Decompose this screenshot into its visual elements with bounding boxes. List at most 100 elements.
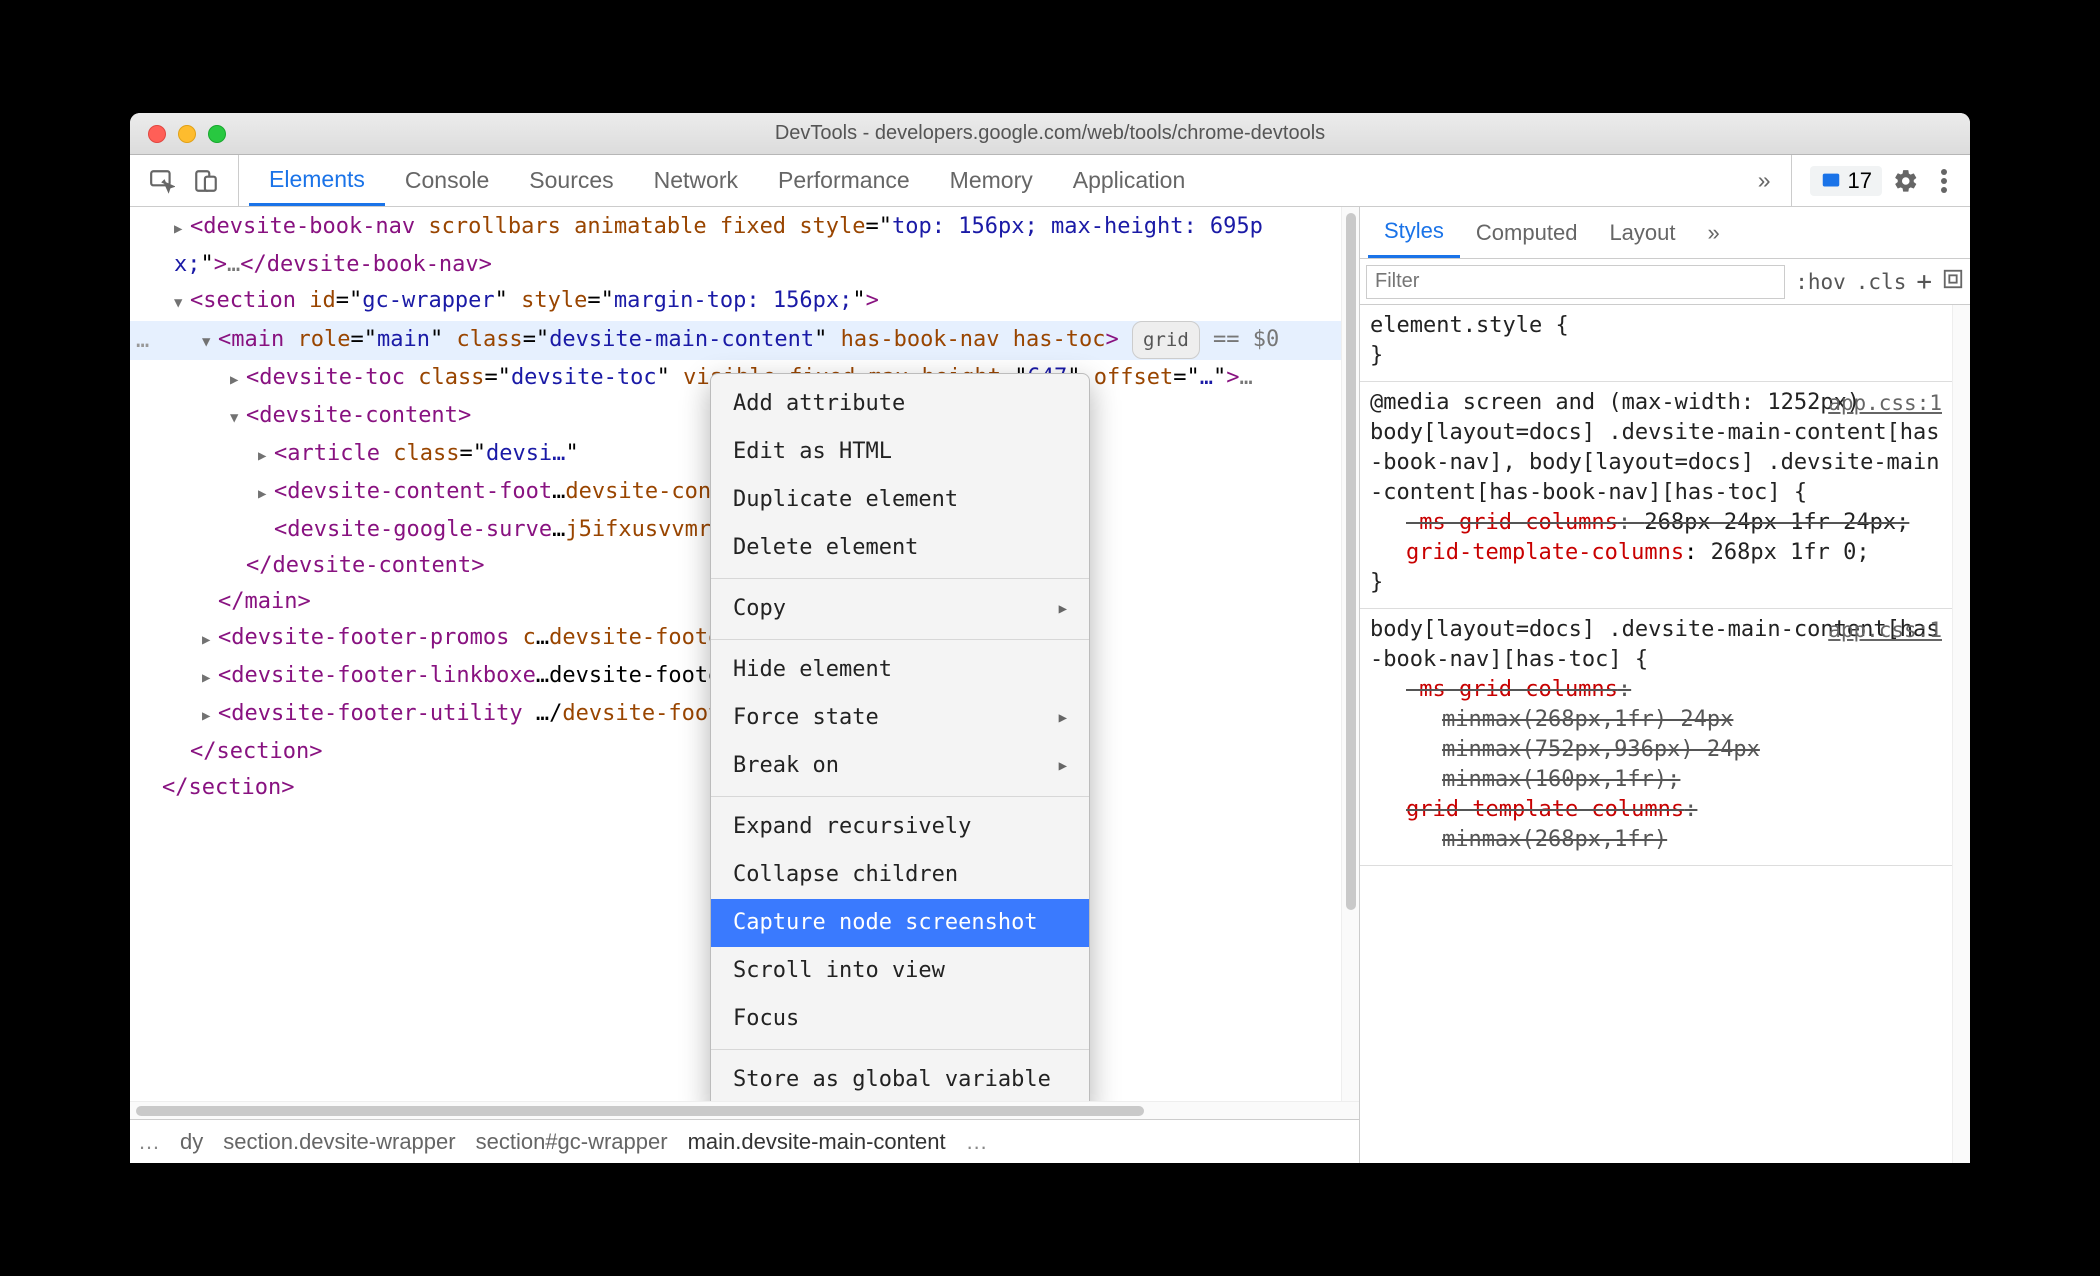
dom-node[interactable]: <section id="gc-wrapper" style="margin-t…	[130, 283, 1341, 321]
context-menu-item[interactable]: Break on	[711, 742, 1089, 790]
context-menu-item[interactable]: Expand recursively	[711, 803, 1089, 851]
declaration-continuation[interactable]: minmax(160px,1fr);	[1370, 765, 1942, 795]
declaration-continuation[interactable]: minmax(268px,1fr) 24px	[1370, 705, 1942, 735]
issues-badge[interactable]: 17	[1810, 166, 1882, 196]
context-menu-item[interactable]: Collapse children	[711, 851, 1089, 899]
issues-count: 17	[1848, 168, 1872, 194]
disclosure-right-icon[interactable]	[258, 474, 274, 512]
context-menu-item[interactable]: Capture node screenshot	[711, 899, 1089, 947]
gutter-ellipsis-icon: …	[136, 323, 149, 359]
tabs-overflow-icon[interactable]: »	[1738, 167, 1791, 194]
breadcrumb-segment[interactable]: main.devsite-main-content	[688, 1129, 946, 1155]
rule-source-link[interactable]: app.css:1	[1828, 615, 1942, 645]
disclosure-right-icon[interactable]	[202, 620, 218, 658]
styles-filter-input[interactable]	[1366, 265, 1785, 299]
declaration[interactable]: grid-template-columns:	[1370, 795, 1942, 825]
disclosure-right-icon[interactable]	[258, 436, 274, 474]
disclosure-right-icon[interactable]	[202, 658, 218, 696]
context-menu-separator	[711, 796, 1089, 797]
computed-toggle-icon[interactable]	[1942, 268, 1964, 295]
subtab-styles[interactable]: Styles	[1368, 207, 1460, 258]
styles-sidebar: StylesComputedLayout» :hov .cls + elemen…	[1360, 207, 1970, 1163]
style-rule[interactable]: element.style {}	[1360, 305, 1952, 382]
subtabs-overflow-icon[interactable]: »	[1692, 207, 1736, 258]
toolbar-right: 17	[1791, 155, 1970, 206]
dom-vertical-scrollbar[interactable]	[1341, 207, 1359, 1101]
context-menu-item[interactable]: Scroll into view	[711, 947, 1089, 995]
new-style-rule-button[interactable]: +	[1916, 267, 1932, 297]
context-menu-item[interactable]: Add attribute	[711, 380, 1089, 428]
dom-tree[interactable]: … <devsite-book-nav scrollbars animatabl…	[130, 207, 1341, 1101]
context-menu-item[interactable]: Duplicate element	[711, 476, 1089, 524]
styles-filter-controls: :hov .cls +	[1795, 267, 1964, 297]
disclosure-down-icon[interactable]	[230, 398, 246, 436]
tab-elements[interactable]: Elements	[249, 155, 385, 206]
disclosure-down-icon[interactable]	[202, 322, 218, 360]
style-rule[interactable]: app.css:1body[layout=docs] .devsite-main…	[1360, 609, 1952, 866]
selected-node-ref: == $0	[1213, 327, 1279, 352]
context-menu-item[interactable]: Delete element	[711, 524, 1089, 572]
context-menu-separator	[711, 639, 1089, 640]
grid-badge[interactable]: grid	[1132, 321, 1200, 359]
tab-performance[interactable]: Performance	[758, 155, 930, 206]
declaration[interactable]: -ms-grid-columns: 268px 24px 1fr 24px;	[1370, 508, 1942, 538]
styles-rules[interactable]: element.style {}app.css:1@media screen a…	[1360, 305, 1952, 1163]
settings-icon[interactable]	[1892, 167, 1920, 195]
context-menu-item[interactable]: Hide element	[711, 646, 1089, 694]
dom-horizontal-scrollbar[interactable]	[130, 1101, 1359, 1119]
declaration-continuation[interactable]: minmax(752px,936px) 24px	[1370, 735, 1942, 765]
tab-console[interactable]: Console	[385, 155, 509, 206]
breadcrumb-segment[interactable]: dy	[180, 1129, 203, 1155]
disclosure-none-icon	[230, 548, 246, 584]
disclosure-right-icon[interactable]	[174, 209, 190, 247]
panel-body: … <devsite-book-nav scrollbars animatabl…	[130, 207, 1970, 1163]
context-menu-item[interactable]: Copy	[711, 585, 1089, 633]
subtab-computed[interactable]: Computed	[1460, 207, 1594, 258]
disclosure-right-icon[interactable]	[230, 360, 246, 398]
disclosure-right-icon[interactable]	[202, 696, 218, 734]
context-menu-item[interactable]: Focus	[711, 995, 1089, 1043]
window-title: DevTools - developers.google.com/web/too…	[130, 122, 1970, 145]
hov-toggle[interactable]: :hov	[1795, 270, 1846, 294]
styles-vertical-scrollbar[interactable]	[1952, 305, 1970, 1163]
breadcrumb-overflow-right-icon[interactable]: …	[966, 1129, 988, 1155]
scrollbar-thumb[interactable]	[136, 1106, 1144, 1116]
inspect-icon[interactable]	[148, 167, 176, 195]
disclosure-none-icon	[202, 584, 218, 620]
disclosure-down-icon[interactable]	[174, 283, 190, 321]
zoom-icon[interactable]	[208, 125, 226, 143]
tab-memory[interactable]: Memory	[930, 155, 1053, 206]
tab-application[interactable]: Application	[1053, 155, 1206, 206]
dom-node[interactable]: <main role="main" class="devsite-main-co…	[130, 321, 1341, 360]
tab-sources[interactable]: Sources	[509, 155, 633, 206]
context-menu-item[interactable]: Force state	[711, 694, 1089, 742]
device-toggle-icon[interactable]	[192, 167, 220, 195]
close-icon[interactable]	[148, 125, 166, 143]
breadcrumb-segment[interactable]: section#gc-wrapper	[476, 1129, 668, 1155]
context-menu-separator	[711, 578, 1089, 579]
style-rule[interactable]: app.css:1@media screen and (max-width: 1…	[1360, 382, 1952, 609]
rule-selector[interactable]: element.style {	[1370, 311, 1942, 341]
declaration[interactable]: -ms-grid-columns:	[1370, 675, 1942, 705]
minimize-icon[interactable]	[178, 125, 196, 143]
breadcrumb-segment[interactable]: section.devsite-wrapper	[223, 1129, 455, 1155]
context-menu-item[interactable]: Edit as HTML	[711, 428, 1089, 476]
declaration[interactable]: grid-template-columns: 268px 1fr 0;	[1370, 538, 1942, 568]
kebab-menu-icon[interactable]	[1930, 167, 1958, 195]
devtools-window: DevTools - developers.google.com/web/too…	[130, 113, 1970, 1163]
breadcrumb-overflow-left-icon[interactable]: …	[138, 1129, 160, 1155]
subtab-layout[interactable]: Layout	[1593, 207, 1691, 258]
rule-source-link[interactable]: app.css:1	[1828, 388, 1942, 418]
declaration-continuation[interactable]: minmax(268px,1fr)	[1370, 825, 1942, 855]
scrollbar-thumb[interactable]	[1346, 213, 1356, 910]
dom-node[interactable]: <devsite-book-nav scrollbars animatable …	[130, 209, 1341, 283]
sidebar-tabs: StylesComputedLayout»	[1360, 207, 1970, 259]
cls-toggle[interactable]: .cls	[1856, 270, 1907, 294]
traffic-lights	[148, 125, 226, 143]
tab-network[interactable]: Network	[634, 155, 758, 206]
disclosure-none-icon	[174, 734, 190, 770]
context-menu-separator	[711, 1049, 1089, 1050]
disclosure-none-icon	[258, 512, 274, 548]
rule-selector[interactable]: body[layout=docs] .devsite-main-content[…	[1370, 418, 1942, 508]
context-menu-item[interactable]: Store as global variable	[711, 1056, 1089, 1101]
